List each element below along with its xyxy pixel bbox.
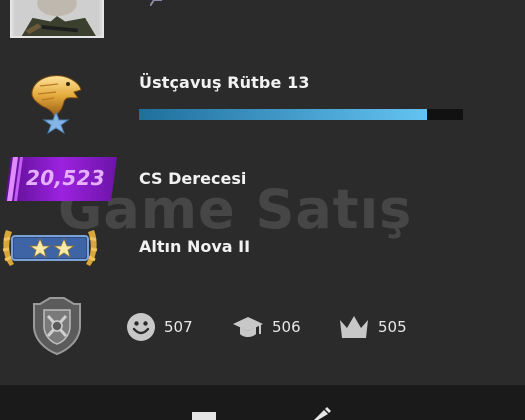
small-indicator-icon bbox=[150, 0, 162, 6]
smile-icon bbox=[127, 313, 155, 341]
profile-panel: Üstçavuş Rütbe 13 Game Satış 20,523 CS D… bbox=[0, 0, 525, 385]
rank-label: Üstçavuş Rütbe 13 bbox=[139, 73, 310, 92]
shield-emblem-icon bbox=[33, 297, 81, 356]
commendation-teacher: 506 bbox=[232, 312, 301, 342]
commendation-friendly: 507 bbox=[126, 312, 193, 342]
leader-crown-icon bbox=[340, 316, 368, 338]
gold-nova-badge-icon bbox=[2, 230, 98, 266]
skill-group-label: Altın Nova II bbox=[139, 237, 251, 256]
commendation-leader-value: 505 bbox=[378, 318, 407, 336]
eagle-rank-icon bbox=[31, 75, 82, 134]
avatar[interactable] bbox=[10, 0, 104, 38]
xp-progress-fill bbox=[139, 109, 428, 120]
commendation-leader: 505 bbox=[338, 312, 407, 342]
screen-icon[interactable] bbox=[192, 410, 216, 420]
commendation-friendly-value: 507 bbox=[164, 318, 193, 336]
soldier-avatar-icon bbox=[14, 0, 100, 36]
commendation-teacher-value: 506 bbox=[272, 318, 301, 336]
cs-rating-label: CS Derecesi bbox=[139, 169, 247, 188]
edit-icon[interactable] bbox=[310, 406, 332, 420]
bottom-toolbar bbox=[0, 385, 525, 420]
teacher-icon bbox=[233, 317, 263, 337]
cs-rating-value: 20,523 bbox=[26, 166, 105, 190]
xp-progress-bar bbox=[139, 109, 463, 120]
